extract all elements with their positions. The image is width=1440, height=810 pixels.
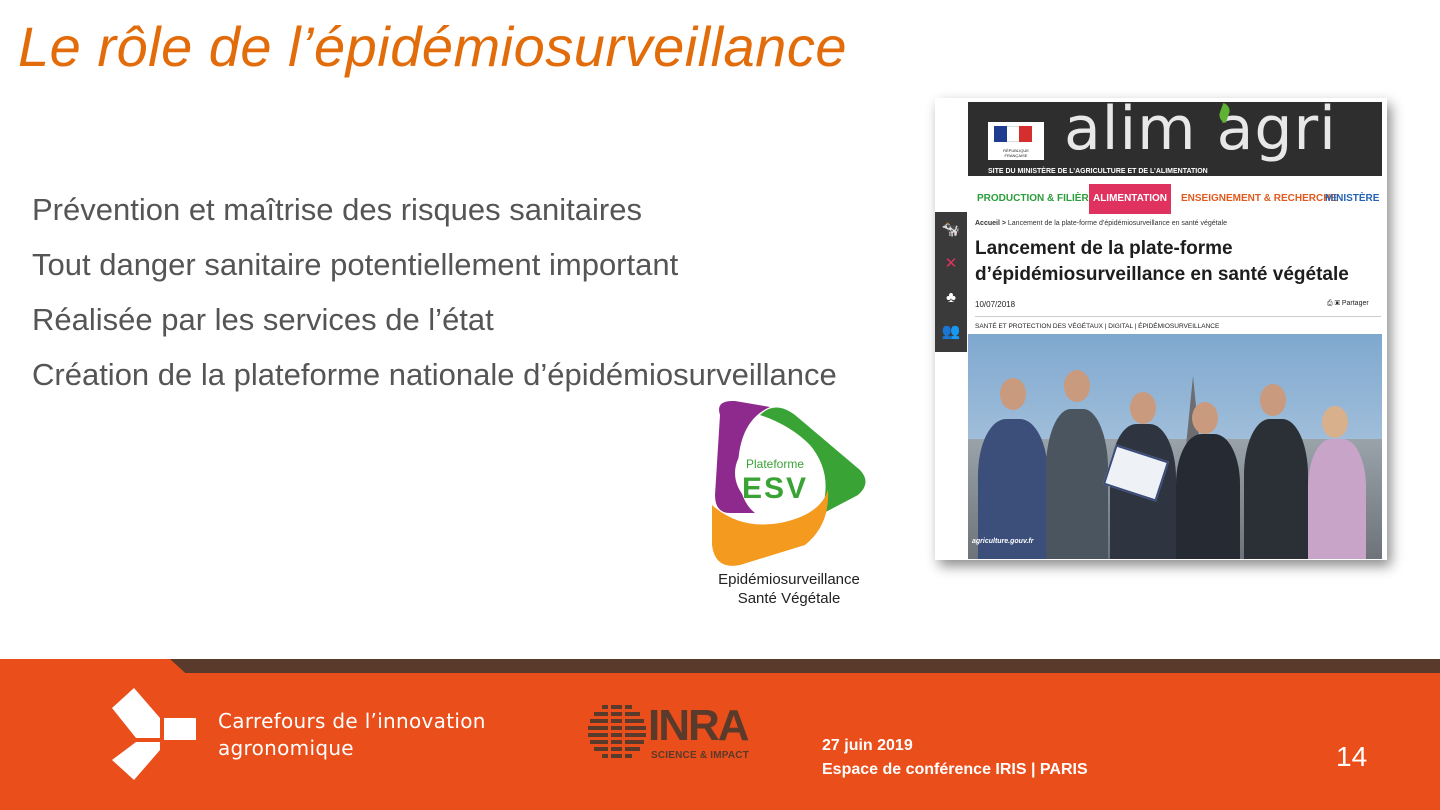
site-label: SITE DU MINISTÈRE DE L’AGRICULTURE ET DE…: [988, 168, 1208, 175]
slide-title: Le rôle de l’épidémiosurveillance: [18, 15, 847, 78]
headline-line2: d’épidémiosurveillance en santé végétale: [975, 264, 1349, 285]
esv-acronym-text: ESV: [742, 472, 808, 505]
cow-icon: 🐄: [941, 221, 961, 238]
photo-head: [1322, 406, 1348, 438]
esv-plateforme-text: Plateforme: [746, 457, 804, 471]
page-number: 14: [1336, 741, 1368, 772]
article-screenshot: RÉPUBLIQUE FRANÇAISE alim agri SITE DU M…: [935, 98, 1387, 560]
brand-line2: agronomique: [218, 736, 354, 760]
headline-line1: Lancement de la plate-forme: [975, 238, 1233, 259]
carrefours-brand: Carrefours de l’innovation agronomique: [218, 708, 486, 762]
brand-line1: Carrefours de l’innovation: [218, 709, 486, 733]
bullet-item: Tout danger sanitaire potentiellement im…: [32, 247, 679, 282]
nav-production: PRODUCTION & FILIÈRES: [977, 193, 1103, 204]
event-date: 27 juin 2019: [822, 737, 913, 754]
divider: [975, 316, 1381, 317]
photo-person: [1308, 439, 1366, 559]
nav-alimentation: ALIMENTATION: [1089, 184, 1171, 214]
plant-hand-icon: ♣: [946, 289, 956, 306]
photo-credit: agriculture.gouv.fr: [972, 538, 1034, 545]
rf-label: RÉPUBLIQUE FRANÇAISE: [1003, 148, 1029, 158]
photo-head: [1260, 384, 1286, 416]
photo-head: [1192, 402, 1218, 434]
footer-stripe: [170, 659, 1440, 673]
republique-francaise-logo: RÉPUBLIQUE FRANÇAISE: [988, 122, 1044, 160]
breadcrumb-current: Lancement de la plate-forme d’épidémiosu…: [1007, 220, 1227, 227]
photo-person: [1244, 419, 1308, 559]
carrefours-logo-icon: [112, 688, 196, 780]
nav-ministere: MINISTÈRE: [1325, 193, 1380, 204]
share-link: ⎙ ▣ Partager: [1327, 300, 1369, 308]
inra-tagline: SCIENCE & IMPACT: [651, 750, 750, 761]
event-venue: Espace de conférence IRIS | PARIS: [822, 761, 1088, 778]
article-date: 10/07/2018: [975, 300, 1016, 309]
esv-caption: Epidémiosurveillance Santé Végétale: [694, 570, 884, 608]
inra-globe-icon: [588, 703, 646, 761]
cutlery-icon: ✕: [944, 255, 958, 272]
article-side-icons: 🐄 ✕ ♣ 👥: [935, 212, 967, 352]
article-tags: SANTÉ ET PROTECTION DES VÉGÉTAUX | DIGIT…: [975, 323, 1220, 330]
inra-wordmark: INRA: [648, 701, 750, 750]
share-label: Partager: [1341, 300, 1369, 307]
bullet-list: Prévention et maîtrise des risques sanit…: [32, 190, 837, 410]
bullet-item: Réalisée par les services de l’état: [32, 302, 494, 337]
photo-head: [1000, 378, 1026, 410]
bullet-item: Prévention et maîtrise des risques sanit…: [32, 192, 642, 227]
breadcrumb-home: Accueil >: [975, 220, 1006, 227]
alimagri-header: RÉPUBLIQUE FRANÇAISE alim agri SITE DU M…: [968, 98, 1382, 176]
article-headline: Lancement de la plate-forme d’épidémiosu…: [975, 236, 1385, 288]
print-icon: ⎙: [1327, 300, 1333, 307]
breadcrumb: Accueil > Lancement de la plate-forme d’…: [975, 220, 1227, 227]
photo-person: [1176, 434, 1240, 559]
esv-caption-line1: Epidémiosurveillance: [718, 571, 860, 588]
photo-head: [1130, 392, 1156, 424]
photo-head: [1064, 370, 1090, 402]
people-icon: 👥: [941, 323, 961, 340]
article-photo: agriculture.gouv.fr: [968, 334, 1382, 559]
alimagri-logo: alim agri: [1064, 98, 1337, 164]
esv-caption-line2: Santé Végétale: [737, 590, 841, 607]
plus-icon: ▣: [1334, 300, 1340, 307]
photo-person: [1046, 409, 1108, 559]
event-info: 27 juin 2019 Espace de conférence IRIS |…: [822, 734, 1088, 782]
article-nav: PRODUCTION & FILIÈRES ALIMENTATION ENSEI…: [968, 184, 1382, 214]
nav-enseignement: ENSEIGNEMENT & RECHERCHE: [1181, 193, 1338, 204]
